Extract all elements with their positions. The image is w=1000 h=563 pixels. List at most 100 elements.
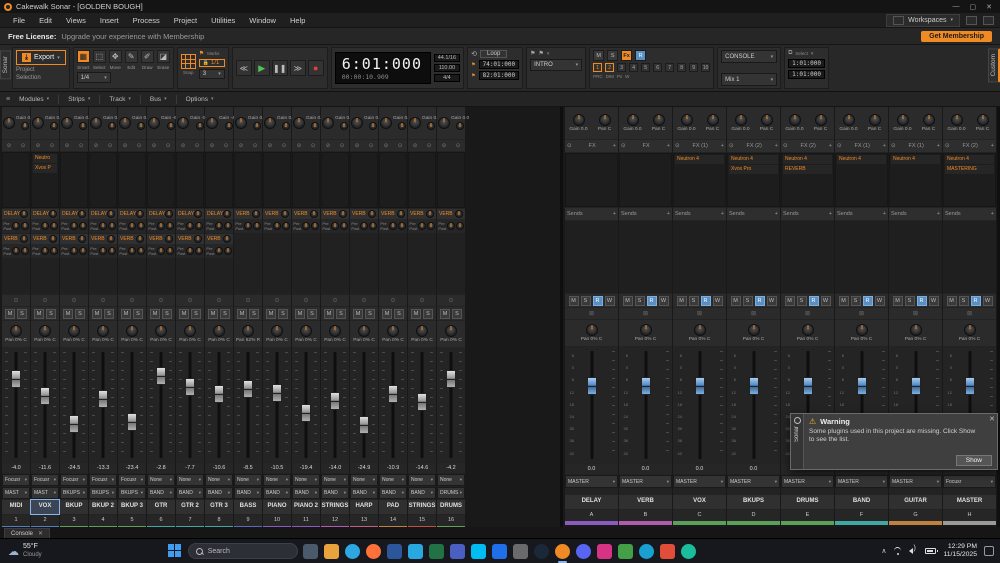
- send-header[interactable]: DELAY: [176, 209, 204, 219]
- send-level-knob[interactable]: [244, 222, 252, 230]
- pan-top-knob[interactable]: [761, 114, 773, 126]
- input-dropdown[interactable]: None: [321, 474, 349, 486]
- gain-knob[interactable]: [148, 117, 160, 129]
- send-header[interactable]: VERB: [263, 209, 291, 219]
- fx-plugin[interactable]: Neutro: [33, 154, 57, 163]
- gain-knob[interactable]: [119, 117, 131, 129]
- output-dropdown[interactable]: MASTER: [781, 475, 834, 488]
- sends-add-icon[interactable]: +: [775, 211, 778, 217]
- send-level-knob[interactable]: [12, 222, 20, 230]
- send-enable-knob[interactable]: [20, 210, 28, 218]
- rewind-button[interactable]: ≪: [236, 60, 252, 76]
- volume-fader[interactable]: [176, 348, 204, 462]
- output-dropdown[interactable]: MASTER: [889, 475, 942, 488]
- send-header[interactable]: VERB: [437, 209, 465, 219]
- fx-plugin[interactable]: Neutron 4: [729, 155, 778, 164]
- track-name[interactable]: GTR 2: [176, 500, 204, 514]
- sends-bin[interactable]: [727, 221, 780, 293]
- mix-channel-1[interactable]: 1: [593, 63, 602, 72]
- send-pan-knob[interactable]: [166, 247, 174, 255]
- fx-bin[interactable]: [60, 152, 88, 208]
- solo-button[interactable]: S: [689, 296, 699, 306]
- fx-header[interactable]: ⊙FX+: [619, 140, 672, 152]
- send-enable-knob[interactable]: [426, 210, 434, 218]
- send-post-label[interactable]: Post: [61, 251, 69, 256]
- send-pan-knob[interactable]: [224, 247, 232, 255]
- volume-fader[interactable]: [379, 348, 407, 462]
- send-level-knob[interactable]: [157, 222, 165, 230]
- input-trim-knob[interactable]: [196, 122, 204, 130]
- input-echo-indicator[interactable]: ⊙: [321, 295, 349, 306]
- interleave-indicator[interactable]: ⊠: [565, 308, 618, 319]
- input-trim-knob[interactable]: [282, 122, 290, 130]
- output-dropdown[interactable]: BAND: [263, 487, 291, 499]
- mute-button[interactable]: M: [150, 309, 160, 319]
- maximize-button[interactable]: ▢: [970, 3, 977, 11]
- send-pan-knob[interactable]: [311, 222, 319, 230]
- volume-fader[interactable]: [263, 348, 291, 462]
- bus-name[interactable]: BAND: [835, 495, 888, 509]
- console-view-dropdown[interactable]: CONSOLE: [721, 50, 777, 63]
- pan-knob[interactable]: [97, 325, 109, 337]
- solo-button[interactable]: S: [365, 309, 375, 319]
- send-post-label[interactable]: Post: [264, 226, 272, 231]
- draw-resolution-dropdown[interactable]: 1/4: [77, 72, 111, 83]
- send-header[interactable]: VERB: [234, 209, 262, 219]
- send-post-label[interactable]: Post: [206, 226, 214, 231]
- pan-knob[interactable]: [445, 325, 457, 337]
- mix-solo-button[interactable]: S: [607, 50, 618, 61]
- tool-move-button[interactable]: ✥: [109, 50, 122, 63]
- tool-erase-button[interactable]: ◪: [157, 50, 170, 63]
- input-dropdown[interactable]: None: [437, 474, 465, 486]
- send-header[interactable]: VERB: [292, 209, 320, 219]
- sends-header[interactable]: Sends+: [565, 208, 618, 220]
- fader-cap[interactable]: [69, 415, 79, 433]
- play-button[interactable]: ▶: [254, 60, 270, 76]
- mix-px-button[interactable]: Px: [617, 74, 622, 79]
- minimize-button[interactable]: —: [953, 3, 960, 11]
- output-dropdown[interactable]: BAND: [379, 487, 407, 499]
- send-level-knob[interactable]: [215, 222, 223, 230]
- mix-channel-10[interactable]: 10: [701, 63, 710, 72]
- send-header[interactable]: DELAY: [89, 209, 117, 219]
- input-trim-knob[interactable]: [369, 122, 377, 130]
- console-menu-options[interactable]: Options: [181, 95, 219, 104]
- send-post-label[interactable]: Post: [119, 226, 127, 231]
- send-post-label[interactable]: Post: [438, 226, 446, 231]
- fx-bin[interactable]: [176, 152, 204, 208]
- input-dropdown[interactable]: None: [147, 474, 175, 486]
- menu-views[interactable]: Views: [59, 14, 93, 27]
- send-post-label[interactable]: Post: [3, 251, 11, 256]
- track-bus-divider[interactable]: [560, 107, 563, 527]
- solo-button[interactable]: S: [278, 309, 288, 319]
- send-header[interactable]: VERB: [89, 234, 117, 244]
- warning-show-button[interactable]: Show: [956, 455, 992, 466]
- mute-button[interactable]: M: [324, 309, 334, 319]
- menu-project[interactable]: Project: [167, 14, 204, 27]
- track-name[interactable]: BKUP 2: [89, 500, 117, 514]
- solo-button[interactable]: S: [581, 296, 591, 306]
- export-project-option[interactable]: Project: [16, 67, 35, 73]
- fader-cap[interactable]: [40, 387, 50, 405]
- track-name[interactable]: VOX: [31, 500, 59, 514]
- send-enable-knob[interactable]: [136, 235, 144, 243]
- pan-top-knob[interactable]: [869, 114, 881, 126]
- phase-icon[interactable]: ⊘: [181, 143, 186, 149]
- fx-bin[interactable]: [437, 152, 465, 208]
- volume-fader[interactable]: [321, 348, 349, 462]
- fx-plugin[interactable]: Neutron 4: [837, 155, 886, 164]
- send-post-label[interactable]: Post: [90, 251, 98, 256]
- solo-button[interactable]: S: [220, 309, 230, 319]
- fx-bin[interactable]: [321, 152, 349, 208]
- fx-bypass-icon[interactable]: ⊙: [891, 143, 896, 149]
- battery-icon[interactable]: [925, 548, 936, 554]
- send-header[interactable]: DELAY: [118, 209, 146, 219]
- fader-cap[interactable]: [857, 377, 867, 395]
- fx-plugin[interactable]: Neutron 4: [945, 155, 994, 164]
- send-header[interactable]: VERB: [176, 234, 204, 244]
- output-dropdown[interactable]: BAND: [205, 487, 233, 499]
- track-name[interactable]: STRINGS: [408, 500, 436, 514]
- mute-button[interactable]: M: [208, 309, 218, 319]
- phase-icon[interactable]: ⊘: [239, 143, 244, 149]
- track-name[interactable]: GTR 3: [205, 500, 233, 514]
